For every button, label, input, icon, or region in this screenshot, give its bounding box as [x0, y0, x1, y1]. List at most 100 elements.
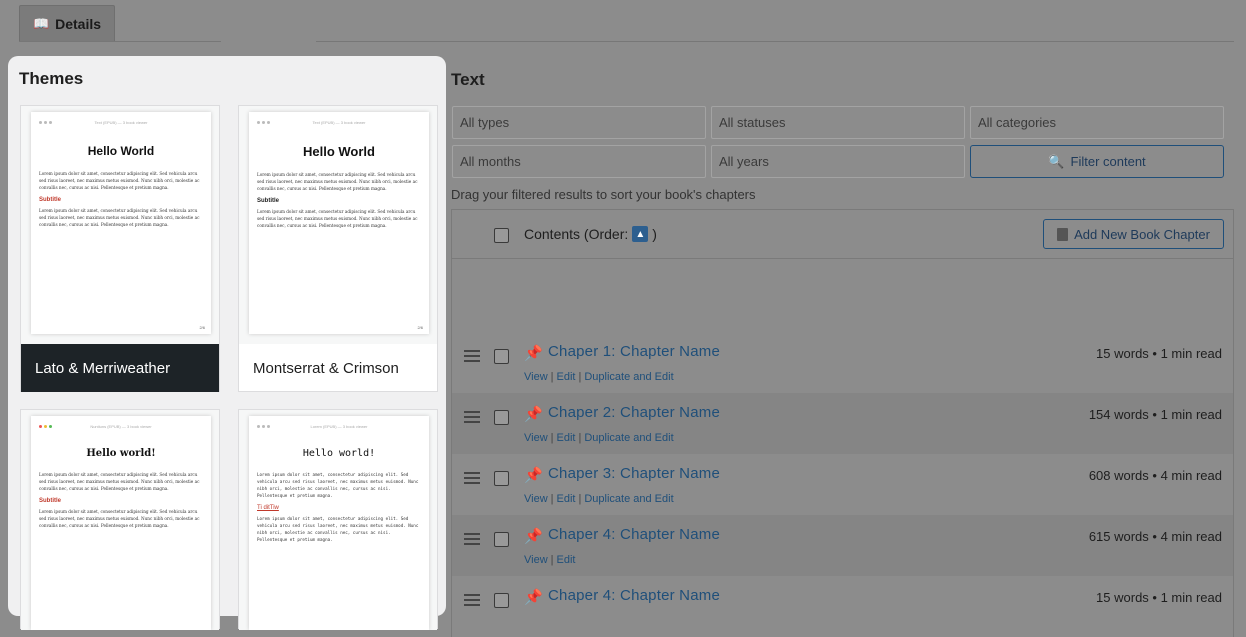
row-checkbox[interactable]: [494, 593, 509, 608]
pin-icon[interactable]: 📌: [524, 405, 543, 423]
chapter-meta: 15 words • 1 min read: [1096, 590, 1222, 605]
chapter-row[interactable]: 📌 Chaper 1: Chapter Name 15 words • 1 mi…: [451, 332, 1234, 393]
tab-details[interactable]: 📖 Details: [19, 5, 115, 42]
search-icon: 🔍: [1048, 153, 1065, 169]
preview-subtitle: Subtitle: [257, 198, 279, 204]
text-title: Text: [451, 70, 485, 89]
chapter-title[interactable]: Chaper 3: Chapter Name: [548, 465, 720, 482]
preview-text: Lorem ipsum dolor sit amet, consectetur …: [257, 516, 419, 542]
contents-label: Contents (Order:: [524, 226, 629, 242]
select-all-checkbox[interactable]: [494, 228, 509, 243]
preview-text: Lorem ipsum dolor sit amet, consectetur …: [257, 172, 418, 191]
view-link[interactable]: View: [524, 493, 548, 505]
contents-label-close: ): [652, 226, 657, 242]
add-chapter-button[interactable]: Add New Book Chapter: [1043, 219, 1224, 249]
duplicate-edit-link[interactable]: Duplicate and Edit: [584, 493, 673, 505]
preview-heading: Hello world!: [86, 448, 156, 459]
chapter-row[interactable]: 📌 Chaper 2: Chapter Name 154 words • 1 m…: [451, 393, 1234, 454]
chapter-title[interactable]: Chaper 4: Chapter Name: [548, 526, 720, 543]
row-checkbox[interactable]: [494, 349, 509, 364]
drag-handle-icon[interactable]: [464, 472, 480, 487]
theme-preview: Text (EPUB) — 3 book viewer Hello World …: [21, 106, 219, 344]
filter-content-label: Filter content: [1070, 154, 1146, 169]
preview-subtitle: Subtitle: [39, 197, 61, 203]
chapter-meta: 15 words • 1 min read: [1096, 346, 1222, 361]
pin-icon[interactable]: 📌: [524, 527, 543, 545]
top-bar: 📖 Details: [0, 0, 1246, 56]
categories-select[interactable]: All categories: [970, 106, 1224, 139]
row-actions: View | Edit | Duplicate and Edit: [524, 371, 674, 383]
drag-handle-icon[interactable]: [464, 350, 480, 365]
row-actions: View | Edit: [524, 554, 576, 566]
drag-hint: Drag your filtered results to sort your …: [451, 187, 756, 202]
tab-divider-right: [316, 41, 1234, 42]
chapter-row[interactable]: 📌 Chaper 4: Chapter Name 615 words • 4 m…: [451, 515, 1234, 576]
chapter-meta: 154 words • 1 min read: [1088, 407, 1222, 422]
types-select[interactable]: All types: [452, 106, 706, 139]
chapter-row[interactable]: 📌 Chaper 4: Chapter Name 15 words • 1 mi…: [451, 576, 1234, 637]
view-link[interactable]: View: [524, 371, 548, 383]
theme-name: Lato & Merriweather: [21, 344, 219, 392]
chapter-title[interactable]: Chaper 1: Chapter Name: [548, 343, 720, 360]
tab-divider-left: [19, 41, 221, 42]
pin-icon[interactable]: 📌: [524, 344, 543, 362]
table-spacer: [451, 259, 1234, 332]
chapter-title[interactable]: Chaper 4: Chapter Name: [548, 587, 720, 604]
theme-card-montserrat-crimson[interactable]: Text (EPUB) — 3 book viewer Hello World …: [238, 105, 438, 392]
preview-text: Lorem ipsum dolor sit amet, consectetur …: [39, 208, 200, 227]
theme-preview: Text (EPUB) — 3 book viewer Hello World …: [239, 106, 437, 344]
preview-heading: Hello world!: [302, 448, 376, 459]
months-select[interactable]: All months: [452, 145, 706, 178]
row-checkbox[interactable]: [494, 532, 509, 547]
view-link[interactable]: View: [524, 554, 548, 566]
drag-handle-icon[interactable]: [464, 533, 480, 548]
pin-icon[interactable]: 📌: [524, 588, 543, 606]
theme-name: Montserrat & Crimson: [253, 359, 399, 377]
years-select[interactable]: All years: [711, 145, 965, 178]
theme-preview: Lorem (EPUB) — 3 book viewer Hello world…: [239, 410, 437, 630]
row-actions: View | Edit | Duplicate and Edit: [524, 432, 674, 444]
tab-details-label: Details: [55, 16, 102, 32]
edit-link[interactable]: Edit: [557, 554, 576, 566]
document-icon: [1057, 227, 1069, 241]
theme-preview: Nuntiuns (EPUB) — 3 book viewer Hello wo…: [21, 410, 219, 630]
edit-link[interactable]: Edit: [557, 371, 576, 383]
duplicate-edit-link[interactable]: Duplicate and Edit: [584, 432, 673, 444]
duplicate-edit-link[interactable]: Duplicate and Edit: [584, 371, 673, 383]
themes-panel: Themes Text (EPUB) — 3 book viewer Hello…: [8, 56, 446, 630]
contents-order-label: Contents (Order: ▲ ): [524, 226, 657, 242]
chapter-meta: 608 words • 4 min read: [1088, 468, 1222, 483]
statuses-select[interactable]: All statuses: [711, 106, 965, 139]
theme-card-3[interactable]: Nuntiuns (EPUB) — 3 book viewer Hello wo…: [20, 409, 220, 630]
filter-content-button[interactable]: 🔍 Filter content: [970, 145, 1224, 178]
preview-text: Lorem ipsum dolor sit amet, consectetur …: [39, 509, 200, 528]
drag-handle-icon[interactable]: [464, 594, 480, 609]
preview-heading: Hello World: [303, 144, 375, 159]
book-icon: 📖: [32, 16, 50, 31]
chapter-meta: 615 words • 4 min read: [1088, 529, 1222, 544]
theme-card-lato-merriweather[interactable]: Text (EPUB) — 3 book viewer Hello World …: [20, 105, 220, 392]
preview-text: Lorem ipsum dolor sit amet, consectetur …: [39, 171, 200, 190]
pin-icon[interactable]: 📌: [524, 466, 543, 484]
preview-text: Lorem ipsum dolor sit amet, consectetur …: [39, 472, 200, 491]
drag-handle-icon[interactable]: [464, 411, 480, 426]
order-toggle-icon[interactable]: ▲: [632, 226, 649, 242]
themes-title: Themes: [19, 69, 84, 88]
theme-preview-page: Lorem (EPUB) — 3 book viewer Hello world…: [249, 416, 429, 630]
row-actions: View | Edit | Duplicate and Edit: [524, 493, 674, 505]
chapter-title[interactable]: Chaper 2: Chapter Name: [548, 404, 720, 421]
preview-text: Lorem ipsum dolor sit amet, consectetur …: [257, 209, 418, 228]
theme-preview-page: Text (EPUB) — 3 book viewer Hello World …: [249, 112, 429, 334]
table-header: Contents (Order: ▲ ) Add New Book Chapte…: [451, 209, 1234, 259]
edit-link[interactable]: Edit: [557, 432, 576, 444]
row-checkbox[interactable]: [494, 471, 509, 486]
row-checkbox[interactable]: [494, 410, 509, 425]
theme-preview-page: Nuntiuns (EPUB) — 3 book viewer Hello wo…: [31, 416, 211, 630]
edit-link[interactable]: Edit: [557, 493, 576, 505]
preview-subtitle: Ti ditTiw: [257, 505, 279, 511]
chapter-row[interactable]: 📌 Chaper 3: Chapter Name 608 words • 4 m…: [451, 454, 1234, 515]
theme-card-4[interactable]: Lorem (EPUB) — 3 book viewer Hello world…: [238, 409, 438, 630]
theme-preview-page: Text (EPUB) — 3 book viewer Hello World …: [31, 112, 211, 334]
preview-heading: Hello World: [87, 144, 155, 158]
view-link[interactable]: View: [524, 432, 548, 444]
